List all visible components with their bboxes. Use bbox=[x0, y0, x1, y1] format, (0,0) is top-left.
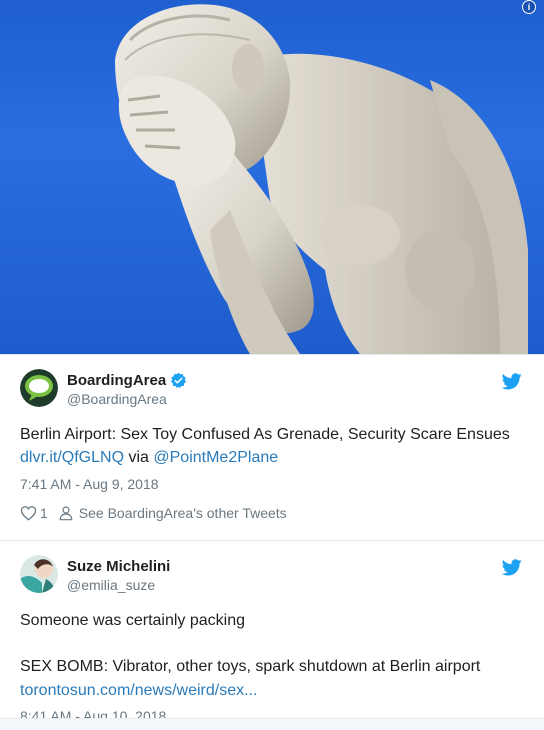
tweet-text-plain: Berlin Airport: Sex Toy Confused As Gren… bbox=[20, 426, 510, 443]
timestamp[interactable]: 8:41 AM - Aug 10, 2018 bbox=[20, 708, 166, 718]
statue-illustration bbox=[115, 4, 528, 354]
display-name-text[interactable]: BoardingArea bbox=[67, 372, 166, 389]
article-link[interactable]: torontosun.com/news/weird/sex... bbox=[20, 679, 524, 702]
see-other-tweets-link[interactable]: See BoardingArea's other Tweets bbox=[79, 505, 287, 521]
avatar[interactable] bbox=[20, 369, 58, 407]
handle[interactable]: @emilia_suze bbox=[67, 577, 170, 593]
tweet-text: Berlin Airport: Sex Toy Confused As Gren… bbox=[20, 423, 524, 469]
tweet-card-suze[interactable]: Suze Michelini @emilia_suze Someone was … bbox=[0, 540, 544, 718]
display-name[interactable]: Suze Michelini bbox=[67, 558, 170, 575]
timestamp[interactable]: 7:41 AM - Aug 9, 2018 bbox=[20, 476, 159, 492]
info-icon[interactable]: i bbox=[522, 0, 536, 14]
tweet-link[interactable]: dlvr.it/QfGLNQ bbox=[20, 449, 124, 466]
twitter-bird-icon[interactable] bbox=[502, 559, 522, 576]
twitter-bird-icon[interactable] bbox=[502, 373, 522, 390]
heart-icon[interactable] bbox=[20, 505, 37, 521]
tweet-card-boardingarea[interactable]: BoardingArea @BoardingArea Berlin Airpor… bbox=[0, 354, 544, 539]
tweet-image[interactable]: i bbox=[0, 0, 544, 354]
display-name-text[interactable]: Suze Michelini bbox=[67, 558, 170, 575]
via-text: via bbox=[124, 449, 154, 466]
handle[interactable]: @BoardingArea bbox=[67, 391, 187, 407]
tweet-actions: 1 See BoardingArea's other Tweets bbox=[20, 505, 287, 521]
avatar[interactable] bbox=[20, 555, 58, 593]
like-count[interactable]: 1 bbox=[40, 505, 48, 521]
tweet-text-line1: Someone was certainly packing bbox=[20, 612, 246, 629]
tweet-text-line2: SEX BOMB: Vibrator, other toys, spark sh… bbox=[20, 658, 481, 675]
verified-badge-icon bbox=[171, 372, 187, 388]
tweet-header: BoardingArea @BoardingArea bbox=[20, 369, 187, 409]
display-name[interactable]: BoardingArea bbox=[67, 372, 187, 389]
mention-link[interactable]: @PointMe2Plane bbox=[153, 449, 278, 466]
tweet-header: Suze Michelini @emilia_suze bbox=[20, 555, 170, 595]
embed-footer bbox=[0, 718, 544, 730]
person-icon bbox=[59, 506, 73, 521]
